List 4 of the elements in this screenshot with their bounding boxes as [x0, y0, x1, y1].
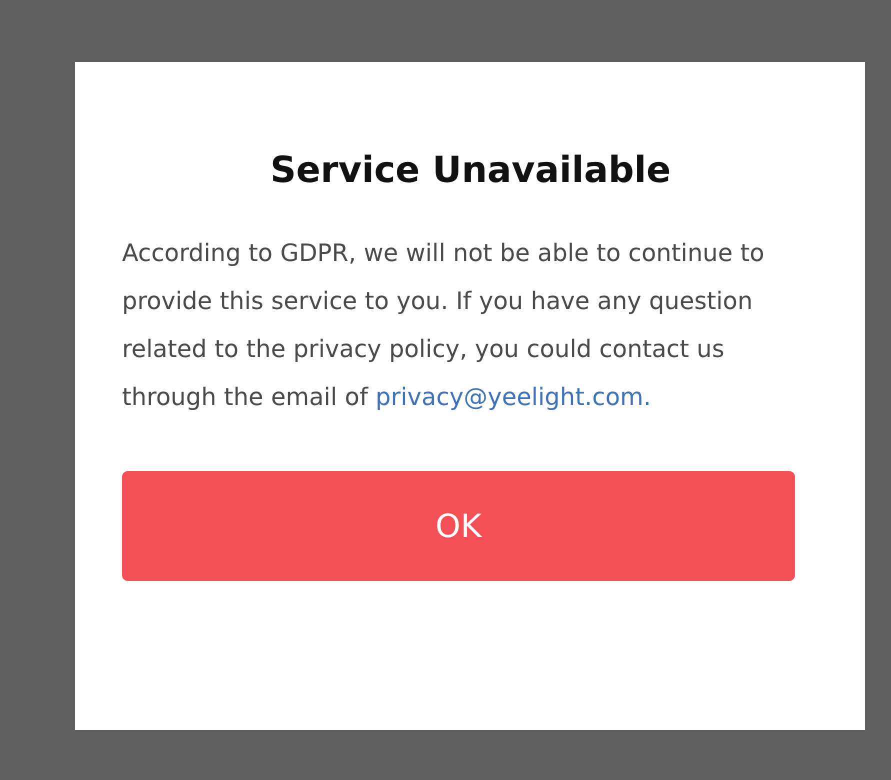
dialog-title: Service Unavailable — [269, 150, 671, 191]
dialog-message: According to GDPR, we will not be able to continue to provide this service to you. If you have any question related to the privacy policy, you could contact us through the email of privacy@yeelight.com. — [122, 238, 766, 413]
ok-button[interactable]: OK — [122, 471, 795, 581]
email-link[interactable]: privacy@yeelight.com. — [376, 383, 652, 411]
